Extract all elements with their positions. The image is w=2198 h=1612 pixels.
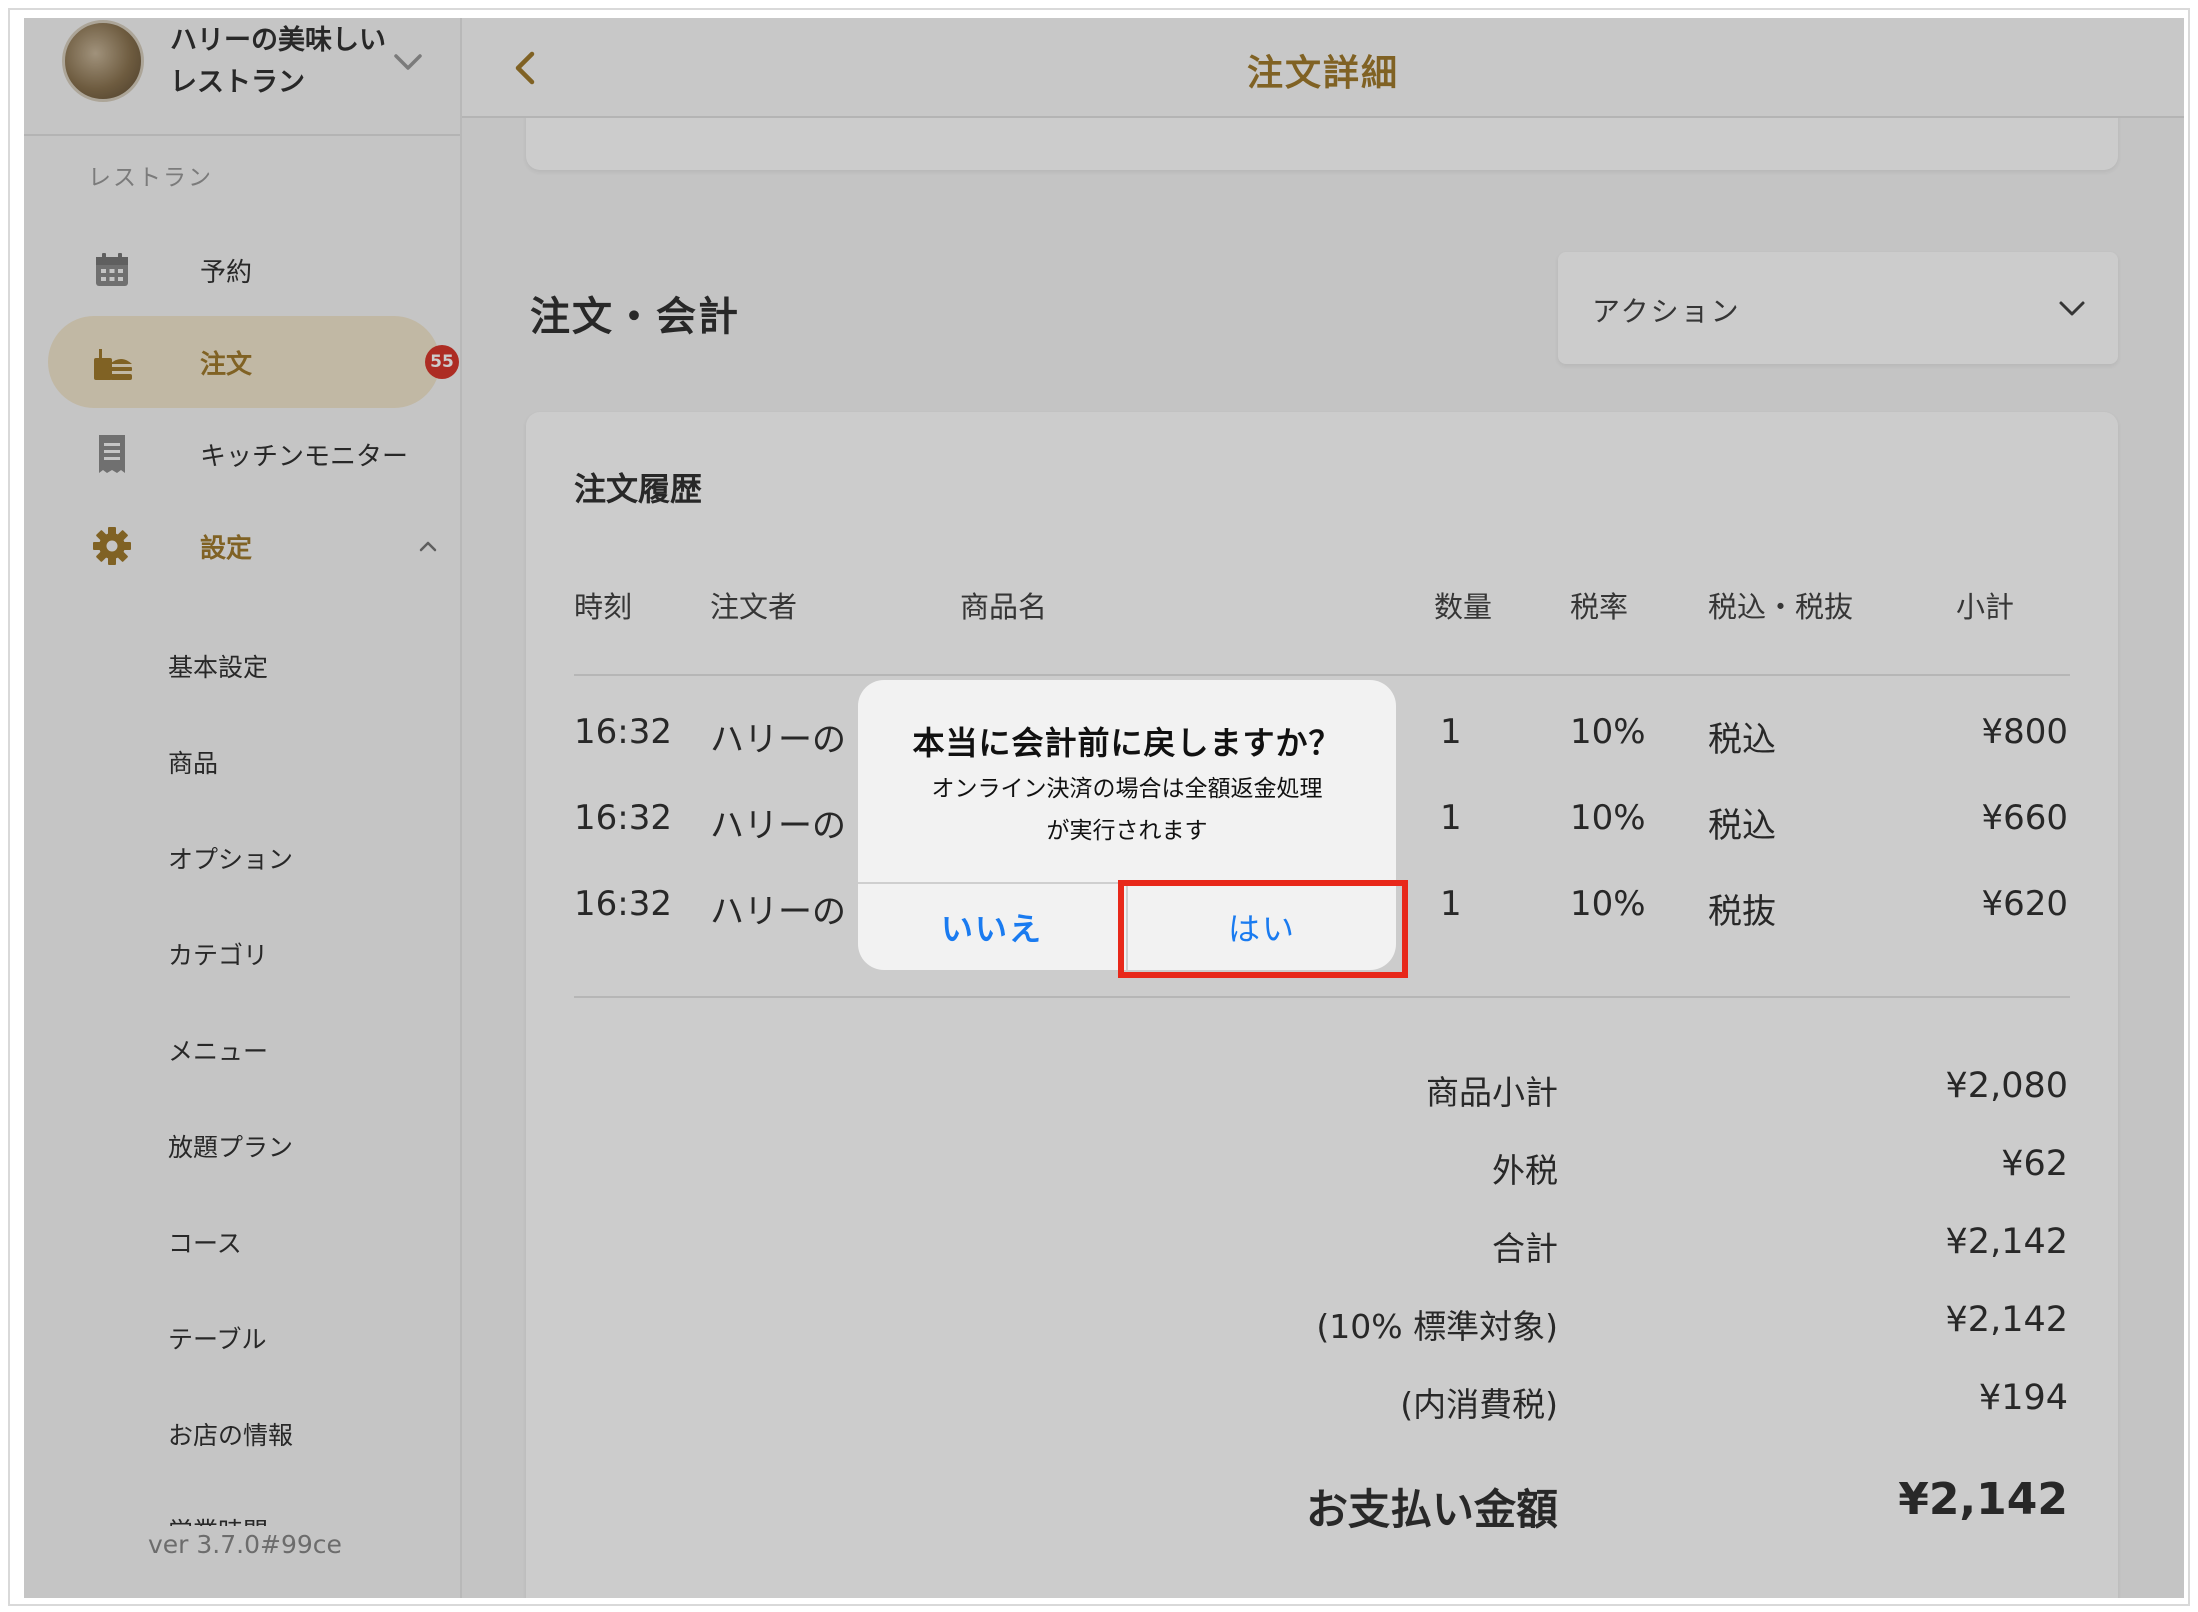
dialog-message-line1: オンライン決済の場合は全額返金処理 [931, 776, 1323, 802]
dialog-no-button[interactable]: いいえ [858, 884, 1126, 970]
dialog-message: オンライン決済の場合は全額返金処理 が実行されます [898, 768, 1356, 852]
highlight-box [1118, 880, 1408, 978]
dialog-message-line2: が実行されます [1046, 818, 1208, 844]
dialog-title: 本当に会計前に戻しますか？ [912, 724, 1342, 762]
app-window: ハリーの美味しい レストラン レストラン 予約 注文 55 キッチンモニター 設… [24, 18, 2184, 1598]
